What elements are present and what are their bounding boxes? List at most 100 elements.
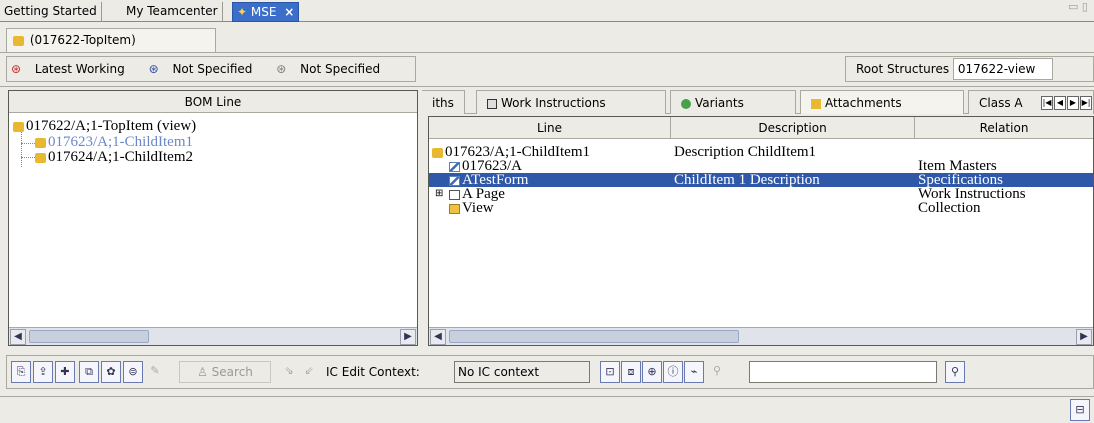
tab-label: Getting Started <box>4 4 97 18</box>
column-header-label: BOM Line <box>184 95 242 109</box>
ic-edit-context-label: IC Edit Context: <box>326 365 420 379</box>
bom-tree-panel: BOM Line 017622/A;1-TopItem (view) 01762… <box>8 90 418 346</box>
ic-edit-context-field[interactable]: No IC context <box>454 361 590 383</box>
scroll-right-icon[interactable]: ▶ <box>1076 329 1092 345</box>
expand-icon[interactable]: ⊞ <box>435 187 443 201</box>
search-icon: ♙ <box>197 365 208 379</box>
tree-connector <box>21 157 35 158</box>
variant-rule-button[interactable]: ⊛ Not Specified <box>149 62 263 76</box>
line-cell: View <box>462 200 494 216</box>
variant-icon[interactable]: ✿ <box>101 361 121 383</box>
previous-tab-icon[interactable]: ◀ <box>1054 96 1066 110</box>
last-tab-icon[interactable]: ▶| <box>1080 96 1092 110</box>
item-revision-icon <box>13 35 24 46</box>
tab-mse[interactable]: ✦ MSE × <box>232 2 300 22</box>
relation-cell: Item Masters <box>918 158 997 174</box>
divider <box>0 86 1094 87</box>
column-header-label: Relation <box>979 121 1029 135</box>
closure-rule-icon: ⊛ <box>276 62 287 76</box>
search-label: Search <box>211 365 253 379</box>
tree-connector <box>21 143 35 144</box>
table-row[interactable]: ⊞ A Page Work Instructions <box>429 187 1093 202</box>
table-row[interactable]: 017623/A Item Masters <box>429 158 1093 174</box>
ic-link-icon[interactable]: ⌁ <box>684 361 704 383</box>
horizontal-scrollbar[interactable]: ◀ ▶ <box>429 327 1093 345</box>
relation-cell: Collection <box>918 200 981 216</box>
tab-getting-started[interactable]: Getting Started <box>0 2 102 22</box>
tree-connector <box>21 127 22 167</box>
ic-new-icon[interactable]: ⊡ <box>600 361 620 383</box>
divider <box>0 52 1094 53</box>
latest-working-label: Latest Working <box>34 62 125 76</box>
line-column-header[interactable]: Line <box>429 117 671 139</box>
insert-level-icon[interactable]: ⇪ <box>33 361 53 383</box>
new-item-icon[interactable]: ✚ <box>55 361 75 383</box>
scroll-thumb[interactable] <box>449 330 739 343</box>
tab-work-instructions[interactable]: Work Instructions <box>476 90 666 114</box>
column-header-label: Description <box>758 121 827 135</box>
closure-rule-button[interactable]: ⊛ Not Specified <box>276 62 390 76</box>
ic-find-icon[interactable]: ⚲ <box>945 361 965 383</box>
column-header-label: Line <box>536 121 562 135</box>
view-tab-bar: iths Work Instructions Variants Attachme… <box>422 90 1094 114</box>
bom-line-column-header[interactable]: BOM Line <box>9 91 417 113</box>
tab-label: Class A <box>979 96 1023 110</box>
relation-column-header[interactable]: Relation <box>915 117 1093 139</box>
find-next-icon[interactable]: ⇘ <box>279 361 299 383</box>
root-structures-select[interactable]: 017622-view <box>952 58 1053 80</box>
close-icon[interactable]: × <box>284 5 294 19</box>
paste-icon[interactable]: ⎘ <box>11 361 31 383</box>
description-cell: Description ChildItem1 <box>674 144 817 160</box>
tab-variants[interactable]: Variants <box>670 90 796 114</box>
split-icon[interactable]: ⧉ <box>79 361 99 383</box>
tab-paths[interactable]: iths <box>422 90 465 114</box>
description-cell: ChildItem 1 Description <box>674 172 820 188</box>
scroll-right-icon[interactable]: ▶ <box>400 329 416 345</box>
scroll-thumb[interactable] <box>29 330 149 343</box>
ic-sync-icon[interactable]: ⊕ <box>642 361 662 383</box>
next-tab-icon[interactable]: ▶ <box>1067 96 1079 110</box>
variant-rule-label: Not Specified <box>172 62 253 76</box>
tree-node-childitem1[interactable]: 017623/A;1-ChildItem1 <box>35 134 193 150</box>
root-structures-label: Root Structures <box>856 62 950 76</box>
remove-icon[interactable]: ✎ <box>145 361 165 383</box>
tab-label: iths <box>432 96 454 110</box>
ic-search-icon[interactable]: ⚲ <box>707 361 727 383</box>
closure-rule-label: Not Specified <box>300 62 381 76</box>
ic-search-input[interactable] <box>749 361 937 383</box>
table-row[interactable]: View Collection <box>429 200 1093 216</box>
form-icon <box>449 175 460 186</box>
tree-node-childitem2[interactable]: 017624/A;1-ChildItem2 <box>35 150 193 165</box>
find-previous-icon[interactable]: ⇙ <box>299 361 319 383</box>
revision-rule-icon: ⊛ <box>11 62 22 76</box>
tab-my-teamcenter[interactable]: My Teamcenter <box>122 2 223 22</box>
attachments-table: Line Description Relation 017623/A;1-Chi… <box>428 116 1094 346</box>
ic-info-icon[interactable]: ⓘ <box>663 361 683 383</box>
latest-working-button[interactable]: ⊛ Latest Working <box>11 62 135 76</box>
tab-navigation: |◀ ◀ ▶ ▶| <box>1040 94 1092 110</box>
bom-line-icon <box>35 137 46 148</box>
table-row[interactable]: 017623/A;1-ChildItem1 Description ChildI… <box>429 144 1093 160</box>
search-button[interactable]: ♙ Search <box>179 361 271 383</box>
table-row[interactable]: ATestForm ChildItem 1 Description Specif… <box>429 172 1093 188</box>
variants-icon <box>681 98 691 109</box>
status-bar: ⊟ <box>0 396 1094 423</box>
ic-open-icon[interactable]: ⧈ <box>621 361 641 383</box>
tab-label: Work Instructions <box>501 96 606 110</box>
scroll-left-icon[interactable]: ◀ <box>430 329 446 345</box>
minimize-icon[interactable]: ▭ ▯ <box>1068 0 1088 13</box>
structure-tab-label: (017622-TopItem) <box>29 33 136 47</box>
collection-icon <box>449 203 460 214</box>
structure-tab[interactable]: (017622-TopItem) <box>6 28 216 52</box>
first-tab-icon[interactable]: |◀ <box>1041 96 1053 110</box>
description-column-header[interactable]: Description <box>671 117 915 139</box>
tree-node-label: 017623/A;1-ChildItem1 <box>48 134 193 150</box>
scroll-left-icon[interactable]: ◀ <box>10 329 26 345</box>
horizontal-scrollbar[interactable]: ◀ ▶ <box>9 327 417 345</box>
ic-edit-context-value: No IC context <box>458 365 540 379</box>
status-icon[interactable]: ⊟ <box>1070 399 1090 421</box>
tab-attachments[interactable]: Attachments <box>800 90 964 114</box>
tree-node-topitem[interactable]: 017622/A;1-TopItem (view) <box>13 119 196 134</box>
properties-icon[interactable]: ⊜ <box>123 361 143 383</box>
attachments-icon <box>811 98 821 109</box>
